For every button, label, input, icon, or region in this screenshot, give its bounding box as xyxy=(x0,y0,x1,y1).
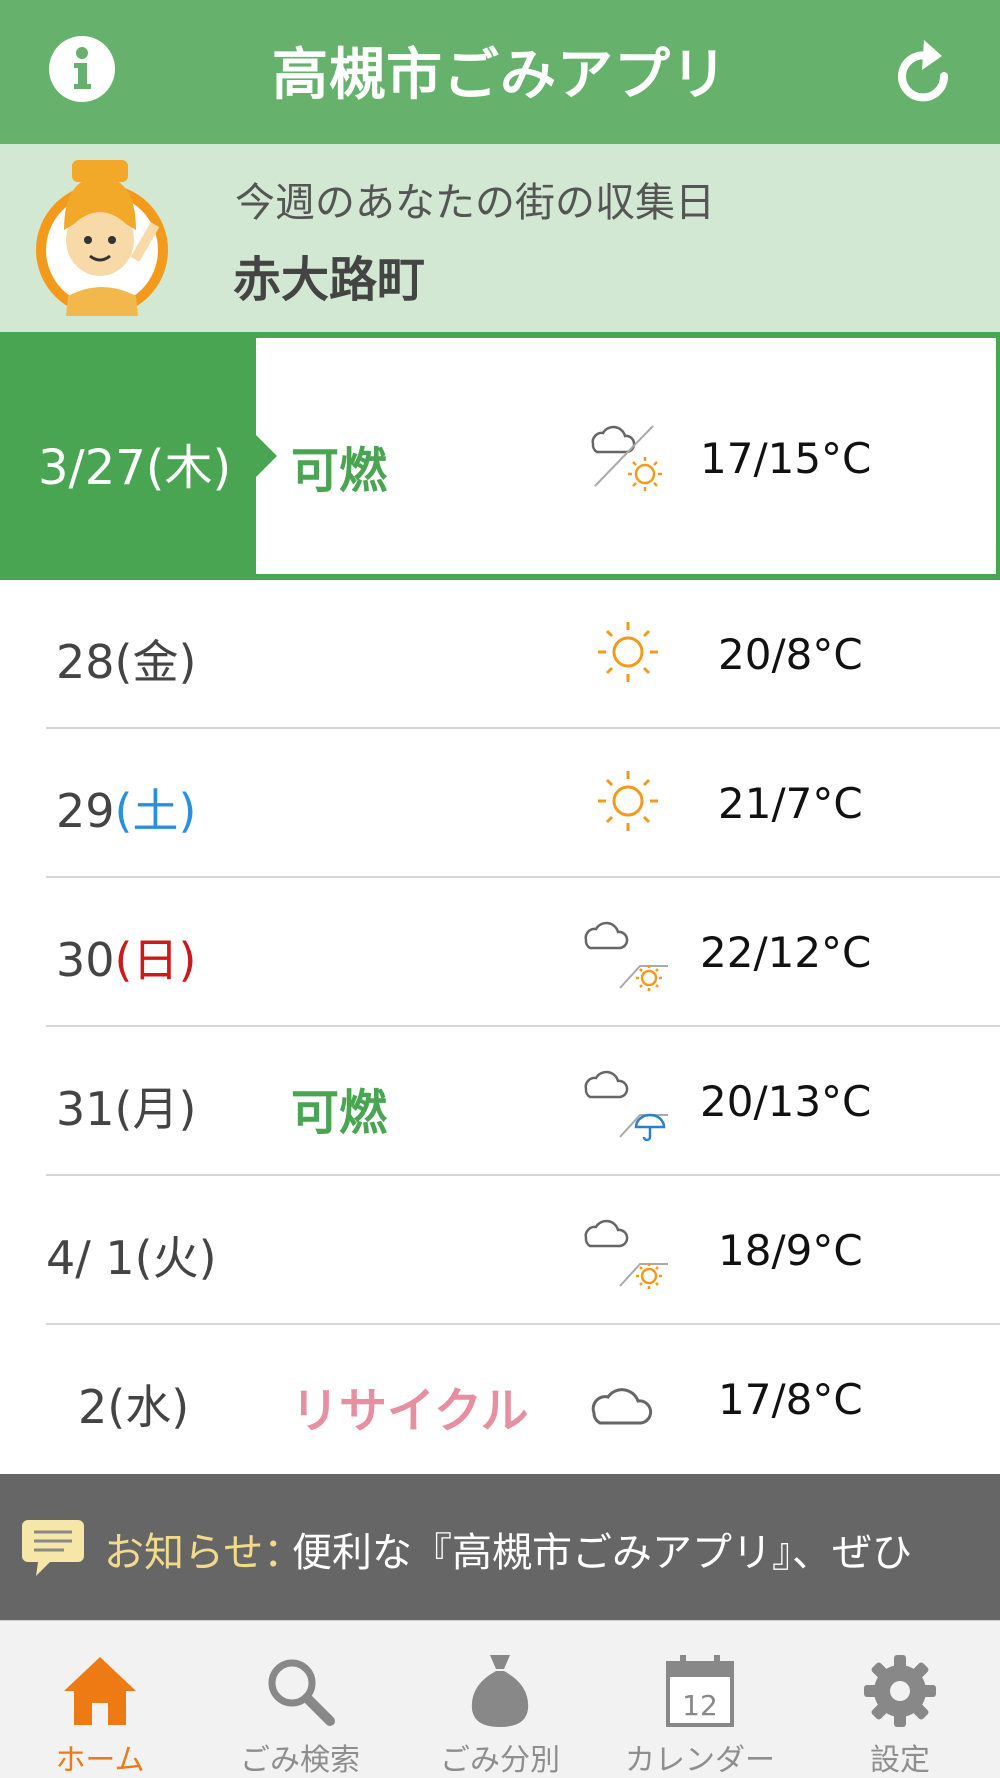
gear-icon xyxy=(860,1651,940,1731)
today-date-cell: 3/27(木) xyxy=(0,332,255,580)
mascot-avatar xyxy=(28,154,178,322)
cloudy-then-sunny-icon xyxy=(583,414,673,504)
home-icon xyxy=(60,1651,140,1731)
forecast-row[interactable]: 29(土) 21/7°C xyxy=(0,729,1000,878)
tab-settings[interactable]: 設定 xyxy=(800,1621,1000,1778)
calendar-icon: 12 xyxy=(660,1651,740,1731)
today-pointer xyxy=(254,433,277,479)
tab-label: カレンダー xyxy=(625,1743,775,1778)
area-town-name: 赤大路町 xyxy=(233,252,426,308)
day-garbage-type: 可燃 xyxy=(291,1085,388,1141)
sunny-icon xyxy=(580,608,670,698)
day-temperature: 18/9°C xyxy=(718,1226,863,1275)
cloudy-icon xyxy=(580,1353,670,1443)
cloudy-then-sunny-icon xyxy=(580,1204,670,1294)
today-temperature: 17/15°C xyxy=(700,434,872,483)
tab-label: 設定 xyxy=(870,1743,930,1778)
sunny-icon xyxy=(580,757,670,847)
cloudy-then-rain-icon xyxy=(580,1055,670,1145)
app-title: 高槻市ごみアプリ xyxy=(272,43,728,108)
day-date: 31(月) xyxy=(56,1082,197,1136)
notice-message: 便利な『高槻市ごみアプリ』、ぜひ xyxy=(292,1530,912,1576)
forecast-row[interactable]: 31(月) 可燃 20/13°C xyxy=(0,1027,1000,1176)
day-date: 28(金) xyxy=(56,635,197,689)
tab-label: ごみ分別 xyxy=(440,1743,560,1778)
tab-garbage-sorting[interactable]: ごみ分別 xyxy=(400,1621,600,1778)
today-garbage-type: 可燃 xyxy=(291,443,388,499)
notice-label: お知らせ： xyxy=(104,1530,304,1576)
day-temperature: 20/13°C xyxy=(700,1077,872,1126)
forecast-row[interactable]: 2(水) リサイクル 17/8°C xyxy=(0,1325,1000,1474)
day-date: 29(土) xyxy=(56,784,197,838)
tab-bar: ホーム ごみ検索 ごみ分別 12 カレンダー 設定 xyxy=(0,1620,1000,1778)
search-icon xyxy=(260,1651,340,1731)
cloudy-then-sunny-icon xyxy=(580,906,670,996)
forecast-row[interactable]: 28(金) 20/8°C xyxy=(0,580,1000,729)
forecast-row[interactable]: 30(日) 22/12°C xyxy=(0,878,1000,1027)
day-garbage-type: リサイクル xyxy=(291,1383,529,1439)
area-subtitle: 今週のあなたの街の収集日 xyxy=(235,180,715,226)
speech-bubble-icon xyxy=(20,1516,86,1580)
area-banner: 今週のあなたの街の収集日 赤大路町 xyxy=(0,144,1000,332)
day-temperature: 17/8°C xyxy=(718,1375,863,1424)
svg-text:12: 12 xyxy=(682,1689,718,1722)
tab-label: ホーム xyxy=(55,1743,145,1778)
day-temperature: 22/12°C xyxy=(700,928,872,977)
notice-ticker[interactable]: お知らせ： 便利な『高槻市ごみアプリ』、ぜひ xyxy=(0,1474,1000,1620)
tab-calendar[interactable]: 12 カレンダー xyxy=(600,1621,800,1778)
tab-label: ごみ検索 xyxy=(240,1743,360,1778)
garbage-bag-icon xyxy=(460,1651,540,1731)
forecast-row[interactable]: 4/ 1(火) 18/9°C xyxy=(0,1176,1000,1325)
refresh-button[interactable] xyxy=(892,34,958,104)
day-date: 2(水) xyxy=(78,1380,190,1434)
day-date: 4/ 1(火) xyxy=(46,1231,217,1285)
tab-garbage-search[interactable]: ごみ検索 xyxy=(200,1621,400,1778)
day-temperature: 20/8°C xyxy=(718,630,863,679)
today-row[interactable]: 3/27(木) 可燃 17/15°C xyxy=(0,332,1000,580)
today-date: 3/27(木) xyxy=(38,440,232,496)
tab-home[interactable]: ホーム xyxy=(0,1621,200,1778)
app-header: 高槻市ごみアプリ xyxy=(0,0,1000,144)
day-temperature: 21/7°C xyxy=(718,779,863,828)
refresh-icon xyxy=(898,40,949,102)
day-date: 30(日) xyxy=(56,933,197,987)
